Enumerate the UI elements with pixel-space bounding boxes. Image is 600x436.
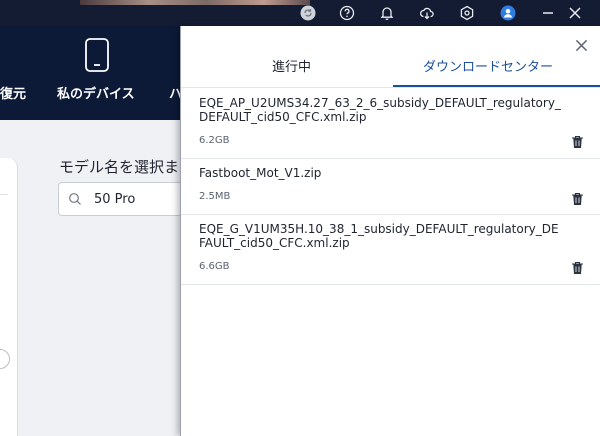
sync-icon[interactable] bbox=[299, 4, 317, 22]
file-name: EQE_AP_U2UMS34.27_63_2_6_subsidy_DEFAULT… bbox=[199, 96, 561, 124]
minimize-icon[interactable] bbox=[539, 4, 557, 22]
trash-icon[interactable] bbox=[571, 261, 584, 275]
download-item: EQE_AP_U2UMS34.27_63_2_6_subsidy_DEFAULT… bbox=[181, 89, 600, 159]
bell-icon[interactable] bbox=[378, 4, 396, 22]
search-value: 50 Pro bbox=[94, 192, 136, 207]
file-size: 6.6GB bbox=[199, 261, 230, 272]
trash-icon[interactable] bbox=[571, 192, 584, 206]
trash-icon[interactable] bbox=[571, 135, 584, 149]
active-tab-indicator bbox=[393, 85, 600, 87]
download-item: Fastboot_Mot_V1.zip 2.5MB bbox=[181, 159, 600, 215]
window-close-icon[interactable] bbox=[566, 4, 584, 22]
user-avatar-icon[interactable] bbox=[499, 4, 517, 22]
panel-tabs: 進行中 ダウンロードセンター bbox=[181, 48, 600, 88]
search-icon bbox=[69, 193, 81, 205]
file-size: 6.2GB bbox=[199, 135, 230, 146]
left-card bbox=[0, 158, 18, 436]
download-panel: 進行中 ダウンロードセンター EQE_AP_U2UMS34.27_63_2_6_… bbox=[180, 26, 600, 436]
help-icon[interactable] bbox=[338, 4, 356, 22]
window-title-bar bbox=[0, 0, 600, 26]
divider bbox=[0, 194, 8, 195]
download-item: EQE_G_V1UM35H.10_38_1_subsidy_DEFAULT_re… bbox=[181, 215, 600, 285]
file-size: 2.5MB bbox=[199, 191, 231, 202]
download-list: EQE_AP_U2UMS34.27_63_2_6_subsidy_DEFAULT… bbox=[181, 89, 600, 285]
settings-icon[interactable] bbox=[458, 4, 476, 22]
smartphone-icon bbox=[85, 38, 109, 72]
file-name: Fastboot_Mot_V1.zip bbox=[199, 166, 322, 180]
nav-item-restore[interactable]: 復元 bbox=[0, 83, 26, 102]
tab-download-center[interactable]: ダウンロードセンター bbox=[423, 56, 553, 75]
nav-item-my-device[interactable]: 私のデバイス bbox=[57, 83, 135, 102]
tab-in-progress[interactable]: 進行中 bbox=[272, 56, 311, 75]
cloud-download-icon[interactable] bbox=[418, 4, 436, 22]
file-name: EQE_G_V1UM35H.10_38_1_subsidy_DEFAULT_re… bbox=[199, 222, 559, 250]
model-select-label: モデル名を選択ま bbox=[59, 158, 180, 176]
wallpaper-strip bbox=[80, 0, 310, 5]
